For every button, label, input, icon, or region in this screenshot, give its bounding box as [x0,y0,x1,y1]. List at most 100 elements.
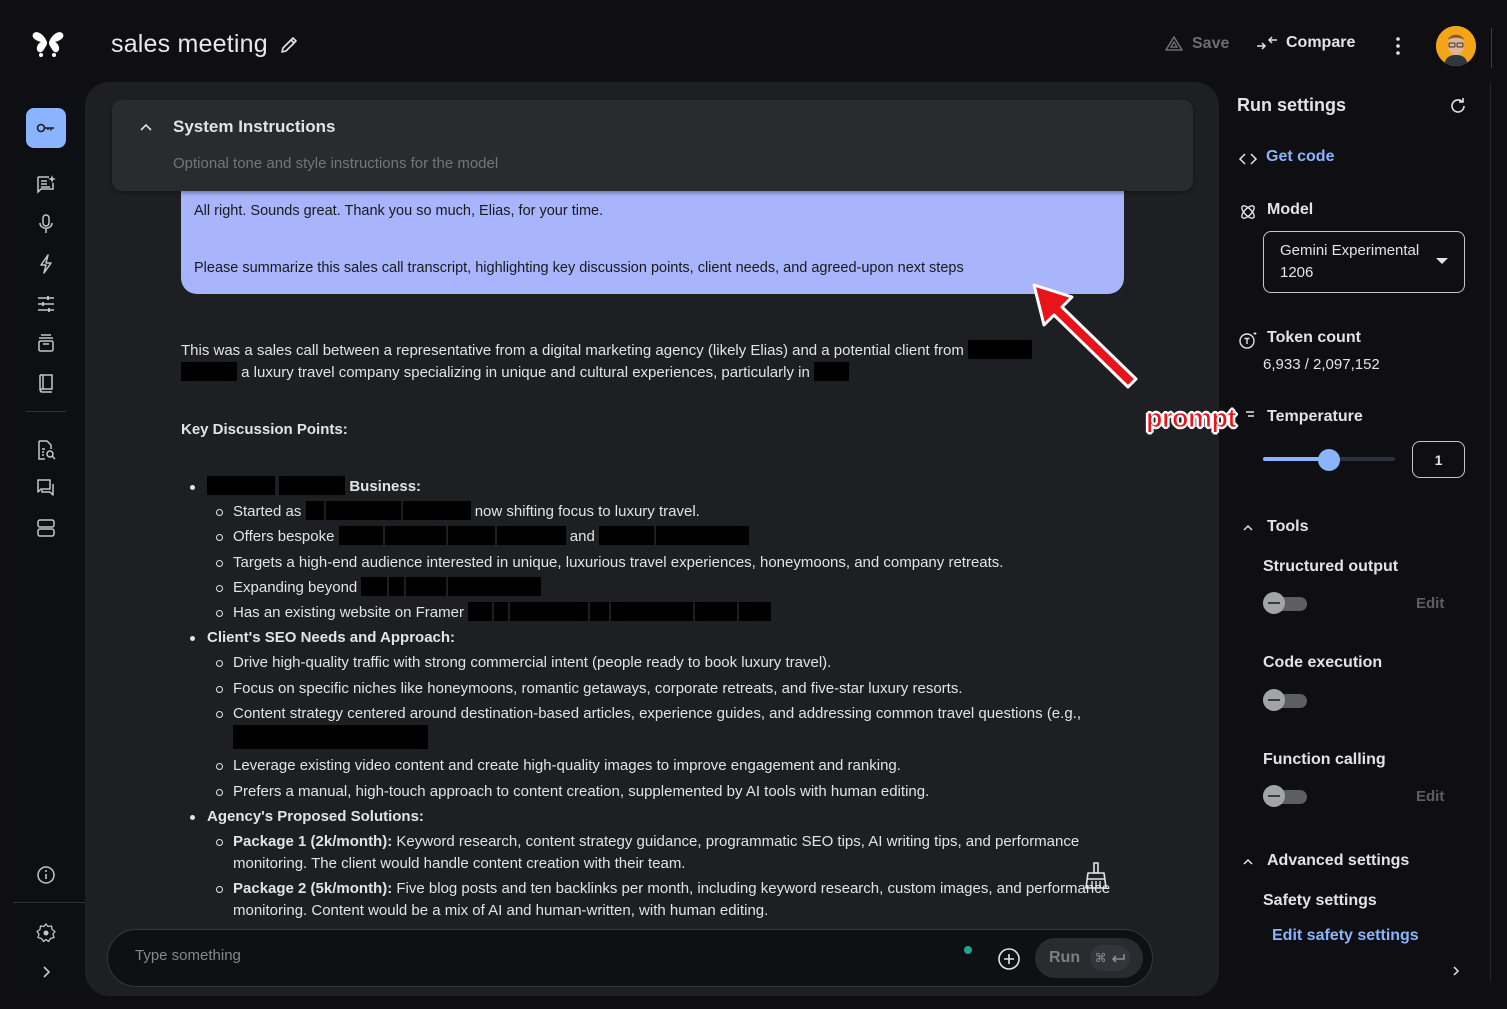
response-text: a luxury travel company specializing in … [241,364,810,381]
run-label: Run [1049,949,1081,966]
annotation-label: prompt [1146,403,1237,434]
item-text: Started as [233,503,302,520]
run-button[interactable]: Run ⌘ [1035,938,1143,978]
list-item: Offers bespoke and [207,526,1131,548]
redaction-box [590,602,610,622]
nav-info[interactable] [26,855,66,895]
reset-icon[interactable] [1448,96,1468,116]
nav-forum[interactable] [26,468,66,508]
redaction-box [402,501,471,520]
redaction-box [656,526,749,546]
redaction-box [325,501,401,520]
nav-stream[interactable] [26,204,66,244]
compare-label: Compare [1286,34,1356,51]
edit-safety-settings-link[interactable]: Edit safety settings [1272,927,1419,945]
token-count-label: Token count [1267,329,1361,346]
function-calling-toggle[interactable] [1263,785,1307,807]
function-calling-edit[interactable]: Edit [1416,788,1444,805]
redaction-box [695,602,738,622]
structured-output-edit[interactable]: Edit [1416,595,1444,612]
more-vert-icon[interactable] [1388,34,1408,58]
model-value: Gemini Experimental [1280,242,1420,259]
list-item: Started as now shifting focus to luxury … [207,501,1131,523]
list-item: Content strategy centered around destina… [207,703,1131,752]
run-settings-panel: Run settings Get code Model Gemini Exper… [1219,82,1501,996]
nav-tune[interactable] [26,284,66,324]
nav-search-docs[interactable] [26,430,66,470]
get-code-link[interactable]: Get code [1266,148,1334,166]
chevron-up-icon[interactable] [1241,855,1255,869]
advanced-settings-label[interactable]: Advanced settings [1267,852,1409,870]
list-item: Leverage existing video content and crea… [207,755,1131,777]
compare-arrows-icon [1257,36,1277,50]
code-execution-toggle[interactable] [1263,689,1307,711]
drive-icon [1165,36,1183,51]
temperature-slider[interactable] [1263,449,1395,471]
list-item: Expanding beyond [207,576,1131,599]
top-bar: sales meeting Save Compare [0,0,1507,86]
compare-button[interactable]: Compare [1256,34,1355,52]
code-execution-label: Code execution [1263,654,1383,671]
tools-section-label[interactable]: Tools [1267,518,1308,536]
redaction-box [406,576,447,596]
pencil-icon[interactable] [278,34,300,56]
section-title: Client's SEO Needs and Approach: [207,629,456,647]
structured-output-toggle[interactable] [1263,592,1307,614]
save-button[interactable]: Save [1164,34,1229,54]
panel-divider [1490,82,1491,982]
nav-starter-apps[interactable] [26,244,66,284]
token-count-value: 6,933 / 2,097,152 [1263,356,1380,373]
chat-panel: System Instructions All right. Sounds gr… [85,82,1219,996]
command-key-icon: ⌘ [1094,951,1107,965]
item-text: Focus on specific niches like honeymoons… [233,679,963,697]
slider-thumb[interactable] [1318,449,1340,471]
add-circle-icon[interactable] [997,947,1021,971]
bolt-icon [40,254,52,274]
chevron-up-icon[interactable] [1241,521,1255,535]
redaction-box [361,576,388,596]
redaction-box [447,526,495,546]
nav-new-prompt[interactable] [26,164,66,204]
nav-library[interactable] [26,323,66,363]
chevron-right-icon [43,966,51,978]
nav-expand[interactable] [26,952,66,992]
redaction-box [494,602,509,622]
chat-bubbles-icon [37,479,54,496]
chevron-right-icon[interactable] [1449,964,1463,978]
avatar-portrait-icon [1436,26,1476,66]
temperature-label: Temperature [1267,408,1363,425]
temperature-input[interactable] [1412,441,1465,478]
run-settings-title: Run settings [1237,95,1347,115]
model-select[interactable]: Gemini Experimental 1206 [1263,231,1465,293]
item-text: and [569,528,595,546]
app-logo-icon[interactable] [31,28,65,58]
list-item: Targets a high-end audience interested i… [207,552,1131,574]
redaction-box [510,602,589,622]
left-nav [13,86,85,999]
item-text: Offers bespoke [233,528,335,546]
user-avatar[interactable] [1436,26,1476,66]
chat-spark-icon [37,175,56,194]
user-message-line: All right. Sounds great. Thank you so mu… [194,203,604,219]
list-item: Focus on specific niches like honeymoons… [207,678,1131,700]
nav-api-key[interactable] [26,108,66,148]
prompt-input[interactable] [135,947,935,964]
archive-icon [38,334,54,352]
app-window: sales meeting Save Compare System Instru… [0,0,1507,1009]
list-item: Package 1 (2k/month): Keyword research, … [207,831,1131,875]
chevron-up-icon[interactable] [138,120,154,136]
system-instructions-input[interactable] [173,155,1073,172]
discussion-list: Business: Started as now shifting focus … [181,476,1131,922]
header-divider [1491,28,1492,68]
redaction-box [384,526,446,546]
nav-settings[interactable] [26,913,66,953]
redaction-box [279,476,346,495]
clear-chat-broom-icon[interactable] [1083,861,1109,891]
structured-output-label: Structured output [1263,558,1399,575]
item-text: Drive high-quality traffic with strong c… [233,654,832,672]
tune-icon [38,296,54,312]
nav-divider-bottom [13,902,85,903]
list-item: Drive high-quality traffic with strong c… [207,652,1131,674]
nav-docs[interactable] [26,363,66,403]
nav-view-agenda[interactable] [26,508,66,548]
